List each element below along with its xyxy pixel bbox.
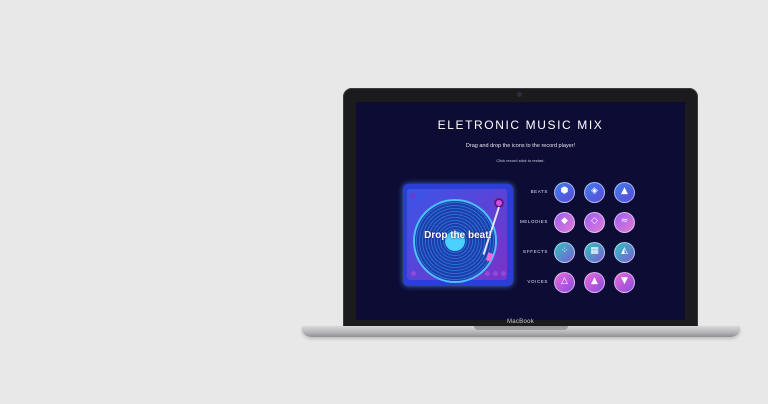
diamond-nested-icon[interactable]: ◇	[584, 212, 605, 233]
instruction-text: Drag and drop the icons to the record pl…	[465, 143, 576, 149]
triangle-stack-icon[interactable]: ▲	[584, 272, 605, 293]
grid-square-icon[interactable]: ▦	[584, 242, 605, 263]
triangle-icon-glyph: △	[561, 276, 568, 286]
laptop-notch	[474, 326, 568, 330]
corner-button-icon	[410, 193, 416, 199]
record-player[interactable]: Drop the beat!	[403, 184, 513, 286]
triangle-stack-icon-glyph: ▲	[591, 276, 598, 286]
app-title: ELETRONIC MUSIC MIX	[437, 118, 604, 132]
drop-beat-text: Drop the beat!	[424, 230, 492, 241]
triangle-dots-icon[interactable]: ▼	[614, 272, 635, 293]
triangle-spiral-icon[interactable]: ◭	[614, 242, 635, 263]
stage: ELETRONIC MUSIC MIX Drag and drop the ic…	[0, 0, 768, 404]
category-label-melodies: MELODIES	[519, 219, 548, 224]
cube-icon-glyph: ◈	[591, 186, 598, 196]
mountain-icon-glyph: ▲	[621, 186, 628, 196]
hint-text: Click record stick to restart.	[496, 158, 545, 163]
wave-lines-icon-glyph: ≈	[620, 216, 629, 226]
needle-icon	[485, 252, 494, 262]
category-label-beats: BEATS	[530, 189, 548, 194]
control-dot-icon	[411, 271, 416, 276]
grid-square-icon-glyph: ▦	[590, 246, 599, 256]
cube-icon[interactable]: ◈	[584, 182, 605, 203]
control-dot-icon	[485, 271, 490, 276]
triangle-spiral-icon-glyph: ◭	[621, 246, 628, 256]
hexagon-grid-icon[interactable]: ⬢	[554, 182, 575, 203]
laptop-brand: MacBook	[506, 319, 535, 325]
category-label-voices: VOICES	[527, 279, 548, 284]
mountain-icon[interactable]: ▲	[614, 182, 635, 203]
diamond-lines-icon-glyph: ◆	[561, 216, 568, 226]
dot-cluster-icon-glyph: ⁘	[560, 246, 569, 256]
control-dot-icon	[493, 271, 498, 276]
triangle-dots-icon-glyph: ▼	[621, 276, 628, 286]
control-dot-icon	[501, 271, 506, 276]
dot-cluster-icon[interactable]: ⁘	[554, 242, 575, 263]
camera-icon	[517, 92, 522, 97]
diamond-nested-icon-glyph: ◇	[591, 216, 598, 226]
hexagon-grid-icon-glyph: ⬢	[560, 186, 569, 196]
laptop-lid: ELETRONIC MUSIC MIX Drag and drop the ic…	[343, 88, 698, 328]
wave-lines-icon[interactable]: ≈	[614, 212, 635, 233]
vinyl-record[interactable]	[415, 201, 495, 281]
screen: ELETRONIC MUSIC MIX Drag and drop the ic…	[356, 102, 685, 320]
diamond-lines-icon[interactable]: ◆	[554, 212, 575, 233]
triangle-icon[interactable]: △	[554, 272, 575, 293]
category-label-effects: EFFECTS	[523, 249, 548, 254]
laptop-base	[302, 326, 740, 337]
